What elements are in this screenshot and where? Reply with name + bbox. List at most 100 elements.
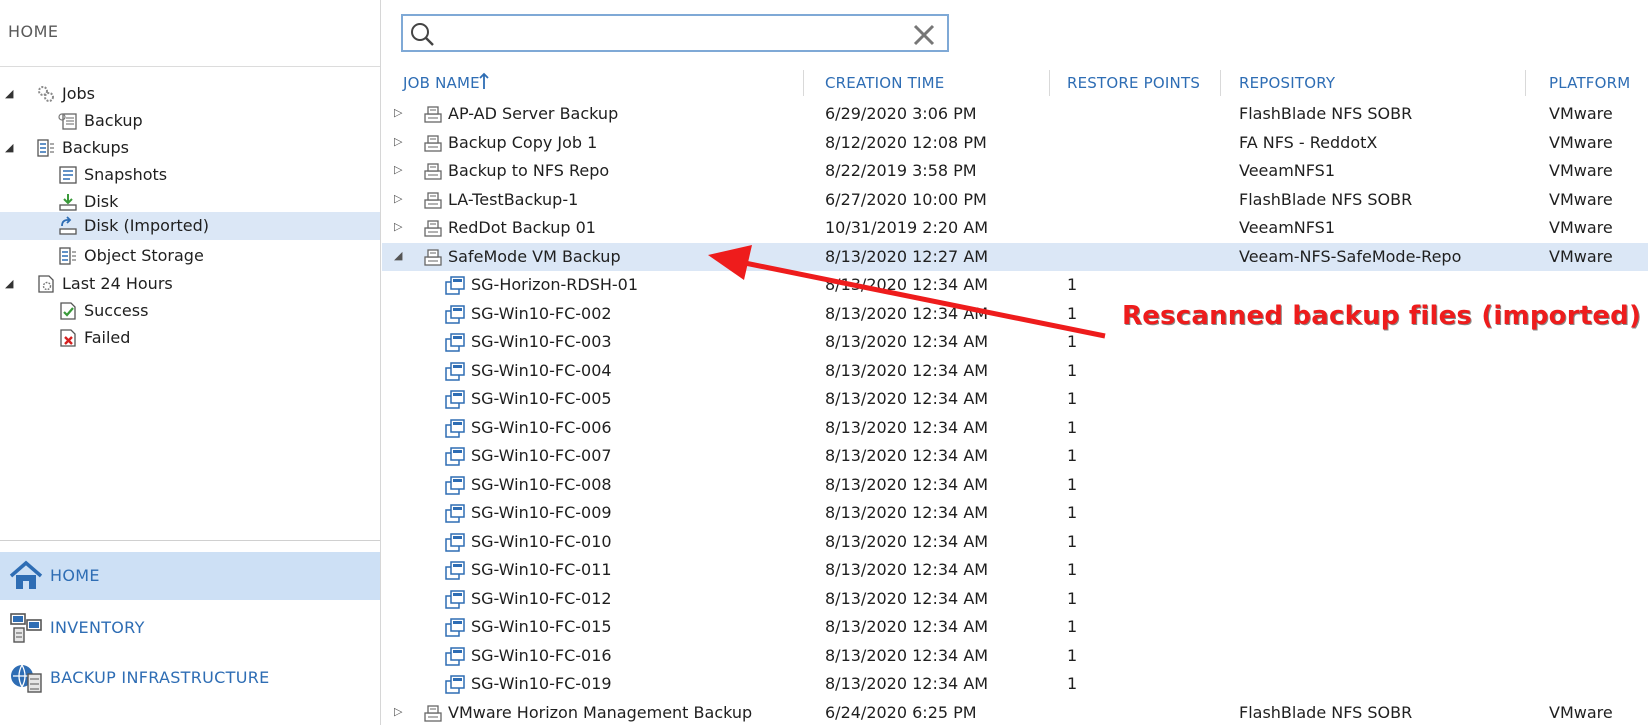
repository-cell: FlashBlade NFS SOBR (1239, 104, 1413, 123)
column-header-creation-time[interactable]: CREATION TIME (825, 74, 944, 92)
table-row-vm[interactable]: SG-Win10-FC-006 8/13/2020 12:34 AM 1 (382, 414, 1648, 442)
column-header-platform[interactable]: PLATFORM (1549, 74, 1630, 92)
table-row-vm[interactable]: SG-Win10-FC-011 8/13/2020 12:34 AM 1 (382, 556, 1648, 584)
table-row-vm[interactable]: SG-Win10-FC-007 8/13/2020 12:34 AM 1 (382, 442, 1648, 470)
backup-job-icon (424, 163, 442, 180)
table-row-job[interactable]: ▷ Backup Copy Job 1 8/12/2020 12:08 PM FA N… (382, 129, 1648, 157)
tree-item-label: Object Storage (84, 246, 204, 265)
creation-time-cell: 8/13/2020 12:34 AM (825, 532, 989, 551)
tree-item-failed[interactable]: Failed (0, 324, 380, 352)
restore-points-cell: 1 (1067, 361, 1078, 380)
platform-cell: VMware (1549, 133, 1613, 152)
tree-item-label: Last 24 Hours (62, 274, 173, 293)
tree-item-success[interactable]: Success (0, 297, 380, 325)
tree-item-object-storage[interactable]: Object Storage (0, 242, 380, 270)
tree-item-disk-imported[interactable]: Disk (Imported) (0, 212, 380, 240)
job-name-cell: SG-Win10-FC-005 (471, 389, 612, 408)
repository-cell: Veeam-NFS-SafeMode-Repo (1239, 247, 1462, 266)
collapsed-caret-icon[interactable]: ▷ (394, 106, 408, 120)
creation-time-cell: 6/29/2020 3:06 PM (825, 104, 977, 123)
tree-item-backups[interactable]: ◢ Backups (0, 134, 380, 162)
expanded-caret-icon[interactable]: ◢ (5, 88, 17, 100)
table-row-job[interactable]: ▷ AP-AD Server Backup 6/29/2020 3:06 PM Fla… (382, 100, 1648, 128)
job-name-cell: SG-Win10-FC-004 (471, 361, 612, 380)
nav-inventory-label: INVENTORY (50, 618, 145, 637)
tree-item-jobs[interactable]: ◢ Jobs (0, 80, 380, 108)
table-row-vm[interactable]: SG-Win10-FC-012 8/13/2020 12:34 AM 1 (382, 585, 1648, 613)
table-row-vm[interactable]: SG-Win10-FC-010 8/13/2020 12:34 AM 1 (382, 528, 1648, 556)
table-row-job[interactable]: ▷ LA-TestBackup-1 6/27/2020 10:00 PM FlashB… (382, 186, 1648, 214)
tree-item-label: Disk (84, 192, 119, 211)
expanded-caret-icon[interactable]: ◢ (5, 278, 17, 290)
tree-item-backup[interactable]: Backup (0, 107, 380, 135)
job-name-cell: SG-Win10-FC-015 (471, 617, 612, 636)
tree-item-label: Backup (84, 111, 143, 130)
disk-imported-icon (59, 216, 77, 235)
collapsed-caret-icon[interactable]: ▷ (394, 220, 408, 234)
search-input[interactable] (439, 20, 899, 46)
restore-points-cell: 1 (1067, 475, 1078, 494)
column-headers: JOB NAME CREATION TIME RESTORE POINTS RE… (382, 68, 1648, 98)
column-divider[interactable] (803, 70, 804, 96)
job-name-cell: SG-Win10-FC-012 (471, 589, 612, 608)
collapsed-caret-icon[interactable]: ▷ (394, 135, 408, 149)
creation-time-cell: 8/13/2020 12:34 AM (825, 446, 989, 465)
collapsed-caret-icon[interactable]: ▷ (394, 705, 408, 719)
vm-icon (445, 305, 465, 324)
table-row-job[interactable]: ▷ Backup to NFS Repo 8/22/2019 3:58 PM Veea… (382, 157, 1648, 185)
table-row-job[interactable]: ▷ RedDot Backup 01 10/31/2019 2:20 AM Veeam… (382, 214, 1648, 242)
vm-icon (445, 390, 465, 409)
collapsed-caret-icon[interactable]: ▷ (394, 192, 408, 206)
platform-cell: VMware (1549, 161, 1613, 180)
restore-points-cell: 1 (1067, 446, 1078, 465)
job-name-cell: SafeMode VM Backup (448, 247, 621, 266)
jobs-gear-icon (38, 86, 54, 102)
table-row-vm[interactable]: SG-Win10-FC-019 8/13/2020 12:34 AM 1 (382, 670, 1648, 698)
column-divider[interactable] (1525, 70, 1526, 96)
annotation-label: Rescanned backup files (imported) (1122, 301, 1642, 331)
table-row-vm[interactable]: SG-Win10-FC-003 8/13/2020 12:34 AM 1 (382, 328, 1648, 356)
search-icon (411, 23, 434, 46)
repository-cell: FlashBlade NFS SOBR (1239, 703, 1413, 722)
job-name-cell: RedDot Backup 01 (448, 218, 596, 237)
table-row-vm[interactable]: SG-Win10-FC-008 8/13/2020 12:34 AM 1 (382, 471, 1648, 499)
table-row-vm[interactable]: SG-Win10-FC-004 8/13/2020 12:34 AM 1 (382, 357, 1648, 385)
expanded-caret-icon[interactable]: ◢ (5, 142, 17, 154)
job-name-cell: SG-Win10-FC-007 (471, 446, 612, 465)
column-divider[interactable] (1049, 70, 1050, 96)
table-row-job[interactable]: ▷ VMware Horizon Management Backup 6/24/20… (382, 699, 1648, 725)
repository-cell: FlashBlade NFS SOBR (1239, 190, 1413, 209)
table-row-job[interactable]: ◢ SafeMode VM Backup 8/13/2020 12:27 AM Vee… (382, 243, 1648, 271)
column-header-restore-points[interactable]: RESTORE POINTS (1067, 74, 1200, 92)
search-box[interactable] (401, 14, 949, 52)
tree-item-last-24-hours[interactable]: ◢ Last 24 Hours (0, 270, 380, 298)
table-row-vm[interactable]: SG-Win10-FC-016 8/13/2020 12:34 AM 1 (382, 642, 1648, 670)
failed-icon (60, 329, 76, 347)
table-row-vm[interactable]: SG-Win10-FC-015 8/13/2020 12:34 AM 1 (382, 613, 1648, 641)
object-storage-icon (59, 247, 76, 265)
column-header-job-name[interactable]: JOB NAME (403, 74, 480, 92)
vm-icon (445, 504, 465, 523)
column-divider[interactable] (1220, 70, 1221, 96)
table-row-vm[interactable]: SG-Horizon-RDSH-01 8/13/2020 12:34 AM 1 (382, 271, 1648, 299)
nav-backup-infrastructure[interactable]: BACKUP INFRASTRUCTURE (0, 654, 380, 702)
backup-job-icon (424, 192, 442, 209)
table-row-vm[interactable]: SG-Win10-FC-009 8/13/2020 12:34 AM 1 (382, 499, 1648, 527)
nav-inventory[interactable]: INVENTORY (0, 604, 380, 652)
expanded-caret-icon[interactable]: ◢ (394, 249, 408, 263)
clear-search-icon[interactable] (911, 22, 937, 48)
column-header-repository[interactable]: REPOSITORY (1239, 74, 1335, 92)
vm-icon (445, 675, 465, 694)
creation-time-cell: 8/13/2020 12:34 AM (825, 617, 989, 636)
restore-points-cell: 1 (1067, 503, 1078, 522)
collapsed-caret-icon[interactable]: ▷ (394, 163, 408, 177)
table-row-vm[interactable]: SG-Win10-FC-005 8/13/2020 12:34 AM 1 (382, 385, 1648, 413)
platform-cell: VMware (1549, 247, 1613, 266)
nav-divider (0, 540, 380, 541)
tree-item-snapshots[interactable]: Snapshots (0, 161, 380, 189)
job-name-cell: SG-Win10-FC-011 (471, 560, 612, 579)
tree-item-label: Success (84, 301, 149, 320)
snapshots-icon (59, 166, 77, 184)
vm-icon (445, 476, 465, 495)
nav-home[interactable]: HOME (0, 552, 380, 600)
